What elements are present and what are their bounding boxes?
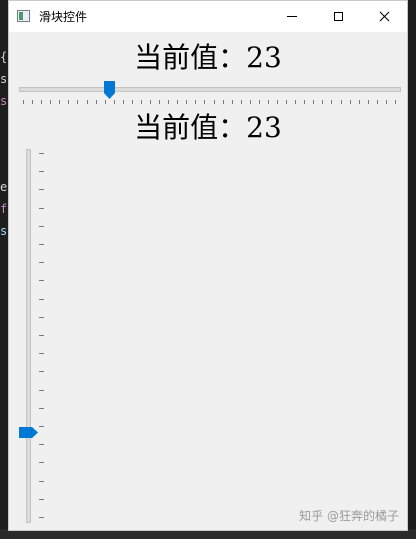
horizontal-slider-tick bbox=[159, 100, 161, 104]
vertical-slider-tick bbox=[39, 335, 44, 336]
horizontal-slider-tick bbox=[122, 100, 124, 104]
horizontal-value-label: 当前值：23 bbox=[134, 41, 282, 74]
vertical-slider[interactable] bbox=[19, 149, 49, 523]
vertical-slider-tick bbox=[39, 444, 44, 446]
horizontal-slider-tick bbox=[50, 100, 52, 104]
bg-fragment: s bbox=[0, 72, 8, 86]
bg-fragment: s bbox=[0, 224, 8, 238]
horizontal-slider-tick bbox=[95, 100, 97, 104]
vertical-slider-tick bbox=[39, 280, 44, 282]
horizontal-slider-tick bbox=[186, 100, 188, 104]
horizontal-slider-tick bbox=[177, 100, 179, 104]
horizontal-slider-ticks bbox=[19, 100, 399, 106]
horizontal-slider-tick bbox=[222, 100, 224, 104]
vertical-slider-tick bbox=[39, 316, 44, 318]
minimize-button[interactable] bbox=[269, 1, 315, 32]
close-button[interactable] bbox=[361, 1, 407, 32]
horizontal-slider-tick bbox=[231, 100, 233, 104]
horizontal-slider-tick bbox=[59, 100, 61, 104]
horizontal-slider-tick bbox=[150, 100, 152, 104]
horizontal-slider-tick bbox=[349, 100, 351, 104]
maximize-button[interactable] bbox=[315, 1, 361, 32]
horizontal-slider-tick bbox=[331, 100, 333, 104]
horizontal-slider[interactable] bbox=[19, 81, 401, 107]
vertical-slider-tick bbox=[39, 389, 44, 391]
horizontal-slider-tick bbox=[322, 100, 324, 104]
horizontal-slider-tick bbox=[358, 100, 360, 104]
horizontal-slider-tick bbox=[32, 100, 34, 104]
horizontal-slider-groove[interactable] bbox=[19, 87, 401, 92]
horizontal-slider-tick bbox=[258, 100, 260, 104]
vertical-value-label: 当前值：23 bbox=[134, 111, 282, 144]
horizontal-slider-tick bbox=[267, 100, 269, 104]
horizontal-slider-tick bbox=[195, 100, 197, 104]
watermark: 知乎 @狂奔的橘子 bbox=[299, 509, 399, 523]
horizontal-slider-tick bbox=[77, 100, 79, 104]
vertical-slider-tick bbox=[39, 225, 44, 227]
bg-fragment: e bbox=[0, 180, 8, 194]
vertical-slider-tick bbox=[39, 407, 44, 409]
vertical-slider-tick bbox=[39, 153, 44, 154]
vertical-slider-tick bbox=[39, 207, 44, 209]
horizontal-slider-tick bbox=[240, 100, 242, 104]
vertical-slider-handle[interactable] bbox=[19, 426, 38, 438]
vertical-slider-tick bbox=[39, 262, 44, 264]
maximize-icon bbox=[333, 12, 343, 21]
horizontal-slider-tick bbox=[367, 100, 369, 104]
slider-window: 滑块控件 当前值：23 当前值：23 知乎 @狂奔的橘子 bbox=[8, 0, 408, 531]
vertical-slider-tick bbox=[39, 480, 44, 482]
bg-fragment: f bbox=[0, 202, 8, 216]
close-icon bbox=[379, 11, 390, 22]
window-title: 滑块控件 bbox=[39, 10, 88, 24]
horizontal-slider-tick bbox=[395, 100, 396, 104]
vertical-slider-groove[interactable] bbox=[26, 149, 31, 523]
horizontal-slider-tick bbox=[304, 100, 306, 104]
vertical-slider-tick bbox=[39, 462, 44, 464]
horizontal-slider-tick bbox=[204, 100, 206, 104]
horizontal-slider-tick bbox=[376, 100, 378, 104]
horizontal-slider-tick bbox=[104, 100, 106, 104]
vertical-slider-tick bbox=[39, 426, 44, 427]
minimize-icon bbox=[287, 16, 297, 17]
vertical-slider-tick bbox=[39, 244, 44, 245]
horizontal-slider-tick bbox=[41, 100, 43, 104]
horizontal-slider-tick bbox=[140, 100, 142, 104]
horizontal-slider-tick bbox=[131, 100, 133, 104]
bg-fragment: { bbox=[0, 50, 8, 64]
horizontal-slider-handle[interactable] bbox=[103, 81, 115, 99]
horizontal-slider-tick bbox=[86, 100, 88, 104]
horizontal-slider-tick bbox=[295, 100, 297, 104]
vertical-slider-tick bbox=[39, 498, 44, 500]
horizontal-slider-tick bbox=[385, 100, 387, 104]
vertical-slider-tick bbox=[39, 353, 44, 355]
horizontal-slider-tick bbox=[213, 100, 215, 104]
horizontal-slider-tick bbox=[249, 100, 251, 104]
horizontal-slider-tick bbox=[340, 100, 342, 104]
vertical-slider-tick bbox=[39, 189, 44, 191]
horizontal-slider-tick bbox=[168, 100, 170, 104]
horizontal-slider-tick bbox=[313, 100, 315, 104]
horizontal-slider-tick bbox=[277, 100, 279, 104]
vertical-slider-tick bbox=[39, 371, 44, 373]
vertical-slider-tick bbox=[39, 171, 44, 173]
title-bar[interactable]: 滑块控件 bbox=[9, 1, 407, 32]
app-window-icon bbox=[17, 10, 30, 22]
vertical-slider-tick bbox=[39, 298, 44, 300]
horizontal-slider-tick bbox=[68, 100, 70, 104]
horizontal-slider-tick bbox=[23, 100, 24, 104]
horizontal-slider-tick bbox=[286, 100, 288, 104]
horizontal-slider-tick bbox=[113, 100, 115, 104]
vertical-slider-tick bbox=[39, 517, 44, 518]
